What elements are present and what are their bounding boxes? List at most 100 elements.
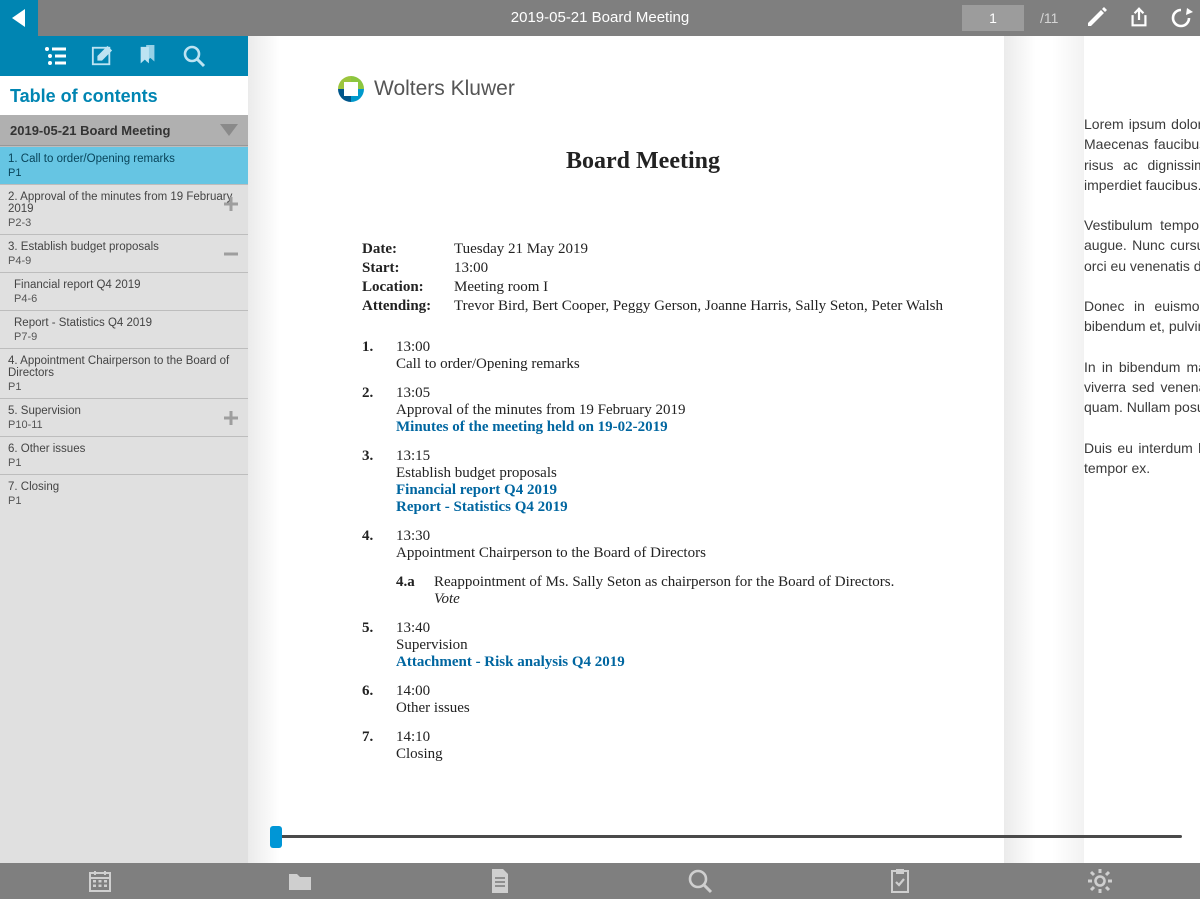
toc-item-title: Financial report Q4 2019 bbox=[14, 279, 240, 291]
agenda-item: 2.13:05Approval of the minutes from 19 F… bbox=[362, 385, 948, 436]
folder-button[interactable] bbox=[230, 863, 370, 899]
toc-item-page: P7-9 bbox=[14, 331, 240, 343]
agenda-time: 14:10 bbox=[396, 729, 948, 746]
agenda-item: 5.13:40SupervisionAttachment - Risk anal… bbox=[362, 620, 948, 671]
toc-document-row[interactable]: 2019-05-21 Board Meeting bbox=[0, 115, 248, 146]
document-viewport[interactable]: Wolters Kluwer Board Meeting Date:Tuesda… bbox=[248, 36, 1200, 863]
page2-paragraph: Lorem ipsum dolor sit amet, ultrices. Nu… bbox=[1084, 114, 1200, 195]
share-button[interactable] bbox=[1126, 5, 1152, 31]
notes-tab[interactable] bbox=[90, 44, 114, 68]
compose-icon bbox=[91, 45, 113, 67]
agenda-body: 13:40SupervisionAttachment - Risk analys… bbox=[396, 620, 948, 671]
agenda-item: 6.14:00Other issues bbox=[362, 683, 948, 717]
toc-item-page: P1 bbox=[8, 495, 240, 507]
toc-item-page: P4-6 bbox=[14, 293, 240, 305]
toc-item[interactable]: 2. Approval of the minutes from 19 Febru… bbox=[0, 184, 248, 234]
agenda-link[interactable]: Financial report Q4 2019 bbox=[396, 482, 948, 499]
toc-item-title: 4. Appointment Chairperson to the Board … bbox=[8, 355, 240, 379]
meta-location-value: Meeting room I bbox=[454, 279, 548, 296]
toc-item[interactable]: 6. Other issuesP1 bbox=[0, 436, 248, 474]
bookmarks-icon bbox=[137, 45, 159, 67]
document-button[interactable] bbox=[430, 863, 570, 899]
page2-paragraph: In in bibendum massa, non mattis feugiat… bbox=[1084, 357, 1200, 418]
pencil-icon bbox=[1085, 6, 1109, 30]
page-slider[interactable] bbox=[270, 821, 1182, 851]
toc-item[interactable]: 5. SupervisionP10-11 bbox=[0, 398, 248, 436]
tasks-button[interactable] bbox=[830, 863, 970, 899]
toc-document-title: 2019-05-21 Board Meeting bbox=[10, 123, 170, 138]
header-controls: /11 bbox=[962, 0, 1194, 36]
gear-icon bbox=[1087, 868, 1113, 894]
plus-icon bbox=[221, 194, 241, 214]
agenda-number: 1. bbox=[362, 339, 396, 373]
agenda-subnumber: 4.a bbox=[396, 574, 434, 591]
page-number-input[interactable] bbox=[962, 5, 1024, 31]
toc-list: 1. Call to order/Opening remarksP12. App… bbox=[0, 146, 248, 512]
outline-tab[interactable] bbox=[44, 44, 68, 68]
document-page-1: Wolters Kluwer Board Meeting Date:Tuesda… bbox=[248, 36, 1008, 863]
agenda-body: 13:00Call to order/Opening remarks bbox=[396, 339, 948, 373]
back-button[interactable] bbox=[0, 0, 38, 36]
agenda-body: 13:05Approval of the minutes from 19 Feb… bbox=[396, 385, 948, 436]
agenda-link[interactable]: Attachment - Risk analysis Q4 2019 bbox=[396, 654, 948, 671]
settings-button[interactable] bbox=[1030, 863, 1170, 899]
plus-icon bbox=[221, 408, 241, 428]
toc-item-page: P4-9 bbox=[8, 255, 240, 267]
toc-item-title: 7. Closing bbox=[8, 481, 240, 493]
refresh-button[interactable] bbox=[1168, 5, 1194, 31]
bottom-toolbar bbox=[0, 863, 1200, 899]
meta-location-label: Location: bbox=[362, 279, 454, 296]
agenda-subtitle: Reappointment of Ms. Sally Seton as chai… bbox=[434, 574, 948, 591]
agenda-title: Supervision bbox=[396, 637, 948, 654]
document-icon bbox=[489, 868, 511, 894]
agenda-time: 13:05 bbox=[396, 385, 948, 402]
toc-item-title: 1. Call to order/Opening remarks bbox=[8, 153, 240, 165]
agenda-item: 4.13:30Appointment Chairperson to the Bo… bbox=[362, 528, 948, 562]
search-button[interactable] bbox=[630, 863, 770, 899]
slider-thumb[interactable] bbox=[270, 826, 282, 848]
agenda-list: 1.13:00Call to order/Opening remarks 2.13… bbox=[338, 339, 948, 763]
chevron-down-icon bbox=[218, 119, 240, 141]
folder-icon bbox=[287, 869, 313, 893]
meta-attending-value: Trevor Bird, Bert Cooper, Peggy Gerson, … bbox=[454, 298, 943, 315]
toc-heading: Table of contents bbox=[0, 76, 248, 115]
brand-mark-icon bbox=[338, 76, 364, 102]
search-tab[interactable] bbox=[182, 44, 206, 68]
agenda-subitem: 4.aReappointment of Ms. Sally Seton as c… bbox=[396, 574, 948, 591]
calendar-button[interactable] bbox=[30, 863, 170, 899]
collapse-caret[interactable] bbox=[218, 119, 240, 141]
toc-item-title: 3. Establish budget proposals bbox=[8, 241, 240, 253]
agenda-time: 13:15 bbox=[396, 448, 948, 465]
edit-button[interactable] bbox=[1084, 5, 1110, 31]
toc-item[interactable]: 3. Establish budget proposals P4-9 bbox=[0, 234, 248, 272]
share-icon bbox=[1128, 7, 1150, 29]
page2-paragraph: Vestibulum tempor vestibulum arcu dictum… bbox=[1084, 215, 1200, 276]
agenda-number: 5. bbox=[362, 620, 396, 671]
toc-item[interactable]: 4. Appointment Chairperson to the Board … bbox=[0, 348, 248, 398]
collapse-button[interactable] bbox=[220, 243, 242, 265]
agenda-body: 14:10Closing bbox=[396, 729, 948, 763]
toc-item-page: P1 bbox=[8, 381, 240, 393]
calendar-icon bbox=[88, 869, 112, 893]
bookmarks-tab[interactable] bbox=[136, 44, 160, 68]
slider-track[interactable] bbox=[270, 835, 1182, 838]
agenda-item: 1.13:00Call to order/Opening remarks bbox=[362, 339, 948, 373]
toc-item-page: P2-3 bbox=[8, 217, 240, 229]
agenda-time: 14:00 bbox=[396, 683, 948, 700]
toc-item[interactable]: 7. Closing P1 bbox=[0, 474, 248, 512]
agenda-title: Closing bbox=[396, 746, 948, 763]
page2-paragraph: Donec in euismod placerat id neque quis … bbox=[1084, 296, 1200, 337]
expand-button[interactable] bbox=[220, 193, 242, 215]
toc-item[interactable]: Report - Statistics Q4 2019P7-9 bbox=[0, 310, 248, 348]
sidebar-panel: Table of contents 2019-05-21 Board Meeti… bbox=[0, 76, 248, 863]
outline-icon bbox=[44, 45, 68, 67]
agenda-link[interactable]: Minutes of the meeting held on 19-02-201… bbox=[396, 419, 948, 436]
brand-name: Wolters Kluwer bbox=[374, 77, 515, 101]
expand-button[interactable] bbox=[220, 407, 242, 429]
toc-item[interactable]: 1. Call to order/Opening remarksP1 bbox=[0, 146, 248, 184]
toc-item[interactable]: Financial report Q4 2019 P4-6 bbox=[0, 272, 248, 310]
document-page-2: Lorem ipsum dolor sit amet, ultrices. Nu… bbox=[1084, 36, 1200, 863]
agenda-link[interactable]: Report - Statistics Q4 2019 bbox=[396, 499, 948, 516]
meta-attending-label: Attending: bbox=[362, 298, 454, 315]
brand-logo: Wolters Kluwer bbox=[338, 76, 948, 102]
